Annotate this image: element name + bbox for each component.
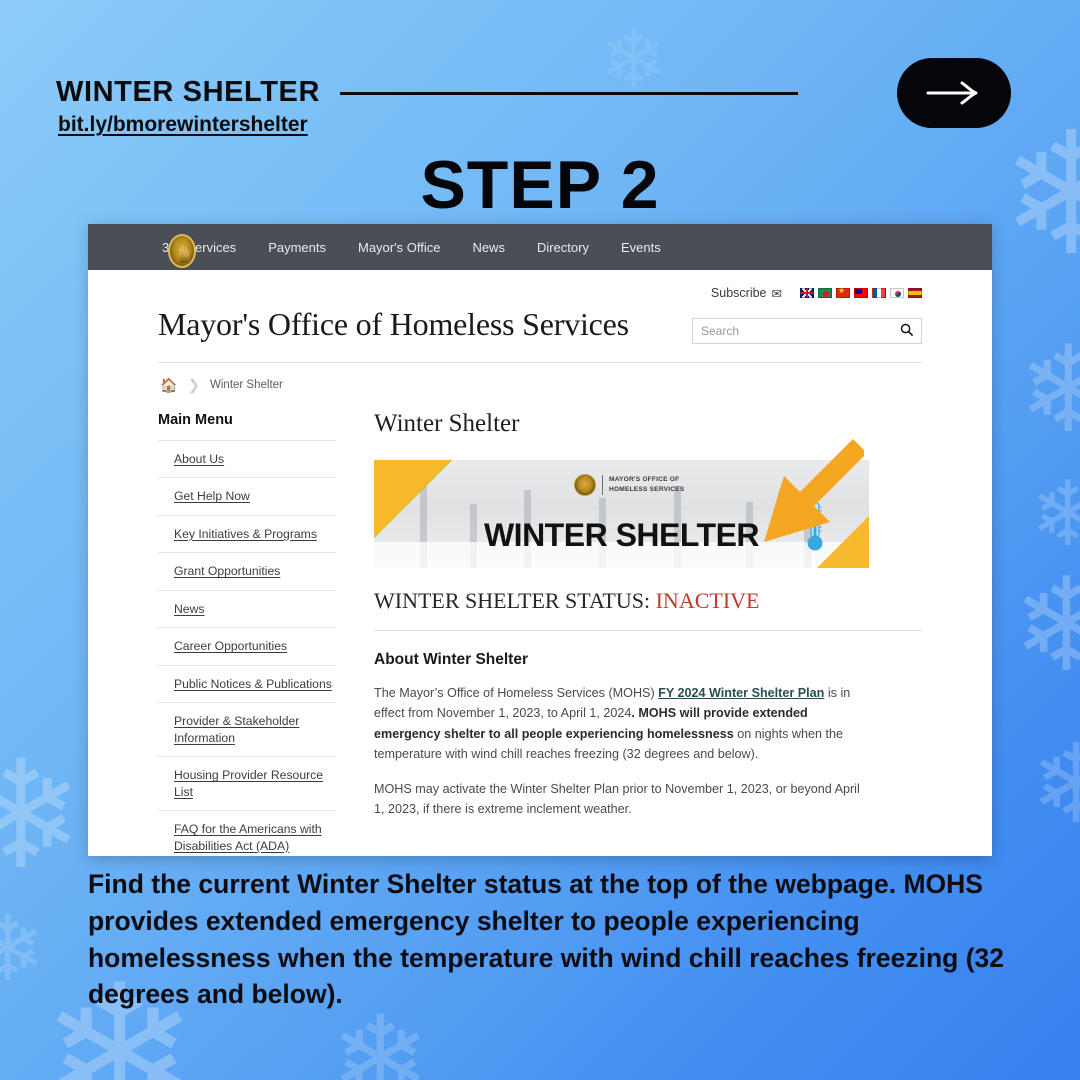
status-divider — [374, 630, 922, 631]
utility-bar: Subscribe ✉ — [158, 270, 922, 301]
sidebar-heading: Main Menu — [158, 412, 233, 428]
site-header-row: Mayor's Office of Homeless Services Sear… — [158, 306, 922, 344]
nav-link-news[interactable]: News — [472, 240, 505, 255]
flag-taiwan-icon[interactable] — [854, 288, 868, 298]
annotation-arrow-icon — [754, 430, 867, 565]
sidebar-item-about-us[interactable]: About Us — [158, 441, 336, 477]
sidebar-item-public-notices[interactable]: Public Notices & Publications — [158, 666, 336, 702]
mohs-logo-line-2: HOMELESS SERVICES — [609, 486, 685, 493]
sidebar-item-faq-ada[interactable]: FAQ for the Americans with Disabilities … — [158, 811, 336, 856]
snowflake-icon: ❄ — [1012, 552, 1080, 698]
header-divider-rule — [340, 92, 798, 95]
envelope-icon: ✉ — [771, 286, 782, 301]
sidebar-item-career-opportunities[interactable]: Career Opportunities — [158, 628, 336, 664]
poster-title: WINTER SHELTER — [56, 76, 321, 108]
flag-spain-icon[interactable] — [908, 288, 922, 298]
snowflake-icon: ❄ — [1030, 723, 1080, 846]
poster-canvas: ❄ ❄ ❄ ❄ ❄ ❄ ❄ ❄ ❄ ❄ WINTER SHELTER bit.l… — [0, 0, 1080, 1080]
snowflake-icon: ❄ — [1030, 465, 1080, 565]
sidebar-item-grant-opportunities[interactable]: Grant Opportunities — [158, 553, 336, 589]
flag-china-icon[interactable] — [836, 286, 850, 298]
about-paragraph-2: MOHS may activate the Winter Shelter Pla… — [374, 781, 860, 816]
mohs-logo-line-1: MAYOR'S OFFICE OF — [609, 476, 680, 484]
search-placeholder: Search — [701, 324, 740, 338]
mohs-seal-icon — [574, 474, 596, 496]
about-paragraph-1: The Mayor’s Office of Homeless Services … — [374, 683, 870, 765]
about-heading: About Winter Shelter — [374, 651, 529, 668]
site-page-body: Subscribe ✉ Mayor's Office of Homeless S… — [88, 270, 992, 856]
sidebar-item-get-help-now[interactable]: Get Help Now — [158, 478, 336, 514]
breadcrumb: 🏠 ❯ Winter Shelter — [158, 363, 922, 400]
sidebar-item-housing-provider-resource-list[interactable]: Housing Provider Resource List — [158, 757, 336, 810]
winter-shelter-plan-link[interactable]: FY 2024 Winter Shelter Plan — [658, 686, 824, 700]
banner-wordmark: WINTER SHELTER — [483, 517, 760, 553]
home-icon[interactable]: 🏠 — [160, 377, 177, 394]
flag-bangladesh-icon[interactable] — [818, 288, 832, 298]
next-slide-button[interactable] — [897, 58, 1011, 128]
nav-link-mayors-office[interactable]: Mayor's Office — [358, 240, 440, 255]
chevron-right-icon: ❯ — [187, 377, 201, 394]
baltimore-city-seal-icon[interactable] — [168, 234, 196, 268]
mohs-logo-lockup: MAYOR'S OFFICE OF HOMELESS SERVICES — [574, 474, 684, 496]
step-heading: STEP 2 — [420, 147, 660, 223]
nav-link-directory[interactable]: Directory — [537, 240, 589, 255]
language-flag-list — [800, 286, 922, 298]
main-content: Winter Shelter MAYOR'S OFFICE OF HOMELES… — [374, 400, 922, 856]
nav-link-payments[interactable]: Payments — [268, 240, 326, 255]
snowflake-icon: ❄ — [0, 900, 46, 1000]
paragraph-bold: all people experiencing homelessness — [504, 726, 734, 741]
site-title: Mayor's Office of Homeless Services — [158, 306, 629, 342]
status-badge: INACTIVE — [655, 588, 760, 613]
nav-link-events[interactable]: Events — [621, 240, 661, 255]
snowflake-icon: ❄ — [1018, 323, 1080, 457]
sidebar-item-provider-stakeholder[interactable]: Provider & Stakeholder Information — [158, 703, 336, 756]
banner-corner-accent-top-left — [374, 460, 452, 538]
poster-caption: Find the current Winter Shelter status a… — [88, 869, 1004, 1010]
sidebar-item-news[interactable]: News — [158, 591, 336, 627]
subscribe-link[interactable]: Subscribe ✉ — [711, 286, 782, 301]
subscribe-label: Subscribe — [710, 286, 767, 300]
winter-shelter-status: WINTER SHELTER STATUS: INACTIVE — [374, 588, 922, 614]
content-columns: Main Menu About Us Get Help Now Key Init… — [158, 400, 922, 856]
breadcrumb-current: Winter Shelter — [210, 379, 283, 391]
poster-shortlink[interactable]: bit.ly/bmorewintershelter — [58, 113, 308, 137]
paragraph-text: The Mayor’s Office of Homeless Services … — [374, 686, 659, 700]
flag-south-korea-icon[interactable] — [890, 288, 904, 298]
arrow-right-icon — [924, 80, 984, 106]
search-icon[interactable] — [900, 323, 913, 339]
flag-united-kingdom-icon[interactable] — [800, 288, 814, 298]
sidebar-item-key-initiatives[interactable]: Key Initiatives & Programs — [158, 516, 336, 552]
website-screenshot-card: 311 Services Payments Mayor's Office New… — [88, 224, 992, 856]
status-label: WINTER SHELTER STATUS: — [374, 588, 651, 613]
search-input[interactable]: Search — [692, 318, 922, 344]
site-navbar: 311 Services Payments Mayor's Office New… — [88, 224, 992, 270]
flag-france-icon[interactable] — [872, 288, 886, 298]
snowflake-icon: ❄ — [600, 15, 668, 104]
snowflake-icon: ❄ — [0, 731, 84, 899]
sidebar-main-menu: Main Menu About Us Get Help Now Key Init… — [158, 400, 336, 856]
